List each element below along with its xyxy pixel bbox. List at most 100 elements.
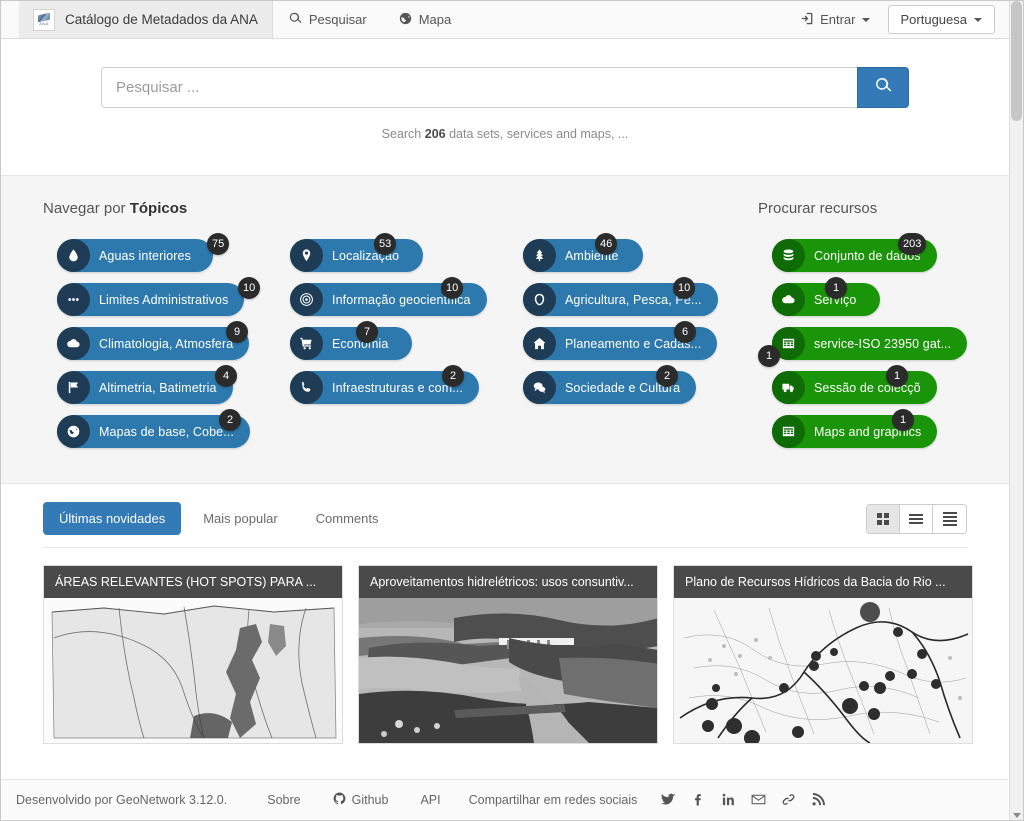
topic-row: Aguas interiores 75 bbox=[43, 233, 276, 277]
footer-link-label: Github bbox=[351, 792, 389, 807]
nav-item-pesquisar[interactable]: Pesquisar bbox=[273, 1, 383, 38]
resource-label: service-ISO 23950 gat... bbox=[814, 336, 952, 351]
resource-row: Maps and graphics 1 bbox=[758, 409, 967, 453]
footer-link-sobre[interactable]: Sobre bbox=[251, 793, 316, 807]
topic-count-badge: 2 bbox=[219, 409, 241, 431]
top-navigation-bar: ANA Catálogo de Metadados da ANA Pesquis… bbox=[1, 1, 1009, 39]
footer-link-api[interactable]: API bbox=[404, 793, 456, 807]
ana-logo-text: ANA bbox=[39, 20, 49, 26]
browse-topics-title: Navegar por Tópicos bbox=[43, 200, 742, 217]
search-input[interactable] bbox=[101, 67, 857, 108]
topic-columns: Aguas interiores 75 Limites Administrati… bbox=[43, 233, 742, 453]
record-card-title[interactable]: ÁREAS RELEVANTES (HOT SPOTS) PARA ... bbox=[44, 566, 342, 598]
home-icon bbox=[523, 327, 556, 360]
browse-topics-panel: Navegar por Tópicos Aguas interiores 75 bbox=[43, 200, 742, 453]
footer-link-github[interactable]: Github bbox=[317, 791, 405, 808]
topic-pill-aguas-interiores[interactable]: Aguas interiores bbox=[57, 239, 213, 272]
record-card-thumbnail bbox=[674, 598, 972, 743]
tab-ultimas-novidades[interactable]: Últimas novidades bbox=[43, 502, 182, 535]
record-card-title[interactable]: Plano de Recursos Hídricos da Bacia do R… bbox=[674, 566, 972, 598]
topic-pill-altimetria-batimetria[interactable]: Altimetria, Batimetria bbox=[57, 371, 233, 404]
globe-icon bbox=[399, 12, 412, 28]
view-mode-detail-button[interactable] bbox=[933, 504, 966, 533]
topic-pill-ambiente[interactable]: Ambiente bbox=[523, 239, 643, 272]
linkedin-icon[interactable] bbox=[713, 788, 743, 812]
record-card-title[interactable]: Aproveitamentos hidrelétricos: usos cons… bbox=[359, 566, 657, 598]
scrollbar-thumb[interactable] bbox=[1011, 1, 1022, 121]
resource-count-badge: 1 bbox=[825, 277, 847, 299]
search-submit-button[interactable] bbox=[857, 67, 909, 108]
cloud-icon bbox=[57, 327, 90, 360]
topic-count-badge: 2 bbox=[656, 365, 678, 387]
tab-comments[interactable]: Comments bbox=[300, 502, 395, 535]
topic-row: Limites Administrativos 10 bbox=[43, 277, 276, 321]
signin-label: Entrar bbox=[820, 12, 856, 27]
nav-item-label: Pesquisar bbox=[308, 12, 367, 27]
search-hint-suffix: data sets, services and maps, ... bbox=[445, 127, 629, 141]
resource-pill-service-iso-23950[interactable]: service-ISO 23950 gat... bbox=[772, 327, 968, 360]
flag-icon bbox=[57, 371, 90, 404]
grid-icon bbox=[877, 512, 889, 525]
database-icon bbox=[772, 239, 805, 272]
search-hint: Search 206 data sets, services and maps,… bbox=[1, 127, 1009, 141]
view-mode-list-button[interactable] bbox=[900, 504, 933, 533]
comments-icon bbox=[523, 371, 556, 404]
record-card[interactable]: Aproveitamentos hidrelétricos: usos cons… bbox=[358, 565, 658, 744]
topic-row: Informação geocientífica 10 bbox=[276, 277, 509, 321]
record-card-thumbnail bbox=[44, 598, 342, 743]
nav-item-label: Mapa bbox=[418, 12, 452, 27]
twitter-icon[interactable] bbox=[653, 788, 683, 812]
email-icon[interactable] bbox=[743, 788, 773, 812]
list-icon bbox=[909, 512, 923, 526]
language-label: Portuguesa bbox=[900, 12, 968, 27]
topic-count-badge: 10 bbox=[238, 277, 261, 299]
dots-icon bbox=[57, 283, 90, 316]
browse-topics-title-strong: Tópicos bbox=[129, 200, 188, 217]
search-bar bbox=[101, 67, 909, 108]
topic-column-1: Aguas interiores 75 Limites Administrati… bbox=[43, 233, 276, 453]
tab-mais-popular[interactable]: Mais popular bbox=[187, 502, 293, 535]
nav-item-mapa[interactable]: Mapa bbox=[383, 1, 468, 38]
brand-title: Catálogo de Metadados da ANA bbox=[65, 12, 258, 27]
signin-menu[interactable]: Entrar bbox=[793, 12, 877, 28]
topic-column-3: Ambiente 46 Agricultura, Pesca, Pe... 10 bbox=[509, 233, 742, 453]
language-selector[interactable]: Portuguesa bbox=[887, 5, 995, 34]
topic-pill-limites-administrativos[interactable]: Limites Administrativos bbox=[57, 283, 245, 316]
topic-label: Limites Administrativos bbox=[99, 292, 229, 307]
search-icon bbox=[289, 12, 302, 28]
resource-pill-sessao-de-coleccao[interactable]: Sessão de colecçõ bbox=[772, 371, 937, 404]
topic-pill-economia[interactable]: Economia bbox=[290, 327, 413, 360]
tree-icon bbox=[523, 239, 556, 272]
truck-icon bbox=[772, 371, 805, 404]
brand-home-link[interactable]: ANA Catálogo de Metadados da ANA bbox=[19, 1, 273, 38]
view-mode-toggle-group bbox=[866, 503, 967, 534]
browse-resources-title: Procurar recursos bbox=[758, 200, 878, 217]
record-card[interactable]: ÁREAS RELEVANTES (HOT SPOTS) PARA ... bbox=[43, 565, 343, 744]
link-icon[interactable] bbox=[773, 788, 803, 812]
topic-row: Ambiente 46 bbox=[509, 233, 742, 277]
github-icon bbox=[333, 791, 346, 808]
view-mode-grid-button[interactable] bbox=[867, 504, 900, 533]
topic-row: Localização 53 bbox=[276, 233, 509, 277]
resource-list: Conjunto de dados 203 Serviço 1 service-… bbox=[758, 233, 968, 453]
topic-count-badge: 7 bbox=[356, 321, 378, 343]
resource-row: Conjunto de dados 203 bbox=[758, 233, 967, 277]
browse-section: Navegar por Tópicos Aguas interiores 75 bbox=[1, 176, 1009, 484]
record-card[interactable]: Plano de Recursos Hídricos da Bacia do R… bbox=[673, 565, 973, 744]
topic-pill-climatologia-atmosfera[interactable]: Climatologia, Atmosfera bbox=[57, 327, 250, 360]
ana-logo-icon: ANA bbox=[33, 8, 55, 31]
topic-pill-localizacao[interactable]: Localização bbox=[290, 239, 424, 272]
target-icon bbox=[290, 283, 323, 316]
facebook-icon[interactable] bbox=[683, 788, 713, 812]
scroll-down-arrow-icon[interactable] bbox=[1013, 813, 1021, 818]
page-scrollbar[interactable] bbox=[1009, 1, 1023, 820]
topic-row: Infraestruturas e com... 2 bbox=[276, 365, 509, 409]
topic-label: Altimetria, Batimetria bbox=[99, 380, 217, 395]
leaf-icon bbox=[523, 283, 556, 316]
rss-icon[interactable] bbox=[803, 788, 833, 812]
browse-topics-title-prefix: Navegar por bbox=[43, 200, 130, 217]
resource-row: Sessão de colecçõ 1 bbox=[758, 365, 967, 409]
table-icon bbox=[772, 415, 805, 448]
signin-icon bbox=[801, 12, 814, 28]
resource-count-badge: 1 bbox=[758, 345, 780, 367]
